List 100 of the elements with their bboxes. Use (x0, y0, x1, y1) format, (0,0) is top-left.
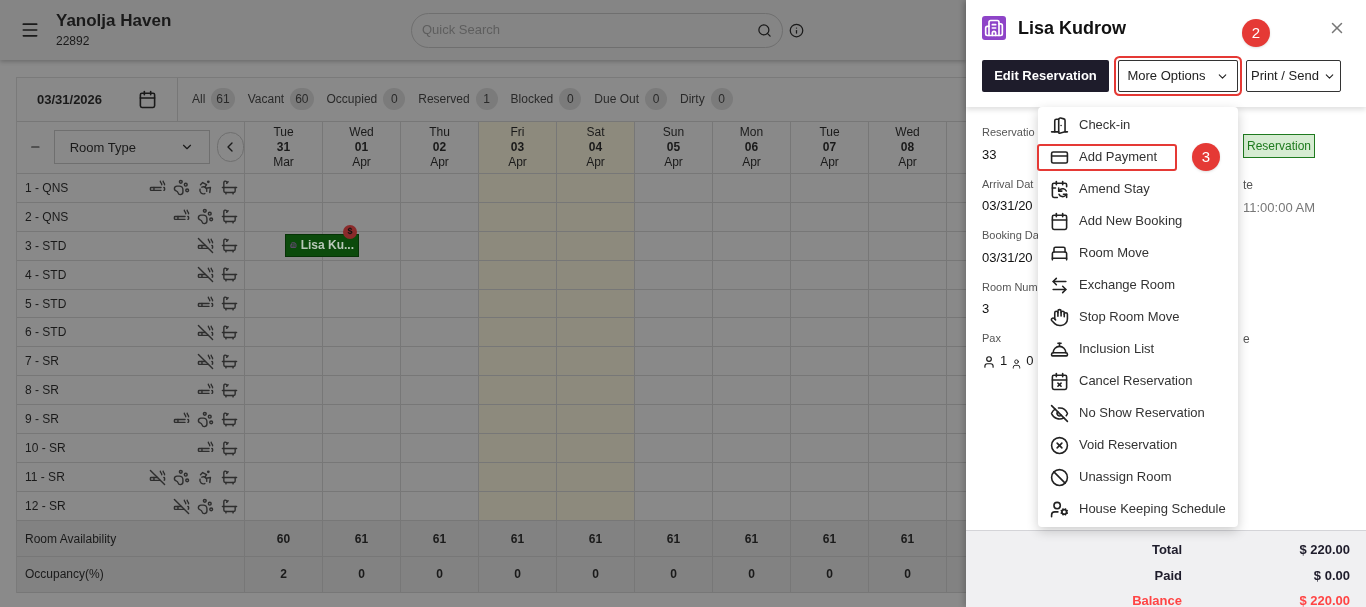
bell-icon (1050, 339, 1069, 359)
menu-item[interactable]: Inclusion List (1038, 333, 1238, 365)
summary-value: 61 (666, 530, 681, 548)
count-badge: 0 (710, 88, 733, 111)
summary-value: 0 (670, 566, 677, 584)
paw-icon (197, 410, 214, 428)
search-icon[interactable] (757, 22, 772, 38)
calendar-x-icon (1050, 371, 1069, 391)
field-label: Room Num (982, 279, 1038, 295)
menu-item-label: Add New Booking (1079, 212, 1183, 231)
menu-item[interactable]: Unassign Room (1038, 461, 1238, 493)
weekday: Mon (739, 124, 764, 140)
room-name: 7 - SR (25, 353, 60, 371)
bathtub-icon (221, 381, 238, 399)
edit-reservation-button[interactable]: Edit Reservation (982, 60, 1109, 92)
no-smoking-icon (197, 266, 214, 284)
summary-label: Room Availability (25, 530, 117, 548)
total-label: Balance (1132, 592, 1182, 607)
summary-value: 61 (588, 530, 603, 548)
bathtub-icon (221, 352, 238, 370)
day-number: 05 (666, 139, 681, 155)
month: Apr (352, 154, 371, 170)
room-name: 6 - STD (25, 324, 68, 342)
menu-item[interactable]: Room Move (1038, 237, 1238, 269)
summary-value: 0 (436, 566, 443, 584)
no-smoking-icon (197, 323, 214, 341)
summary-value: 0 (748, 566, 755, 584)
menu-item-label: Amend Stay (1079, 180, 1150, 199)
menu-item[interactable]: Stop Room Move (1038, 301, 1238, 333)
menu-icon[interactable] (20, 20, 40, 40)
weekday: Sun (662, 124, 685, 140)
bathtub-icon (221, 410, 238, 428)
booking-bar[interactable]: Lisa Ku... (285, 233, 359, 257)
summary-value: 61 (822, 530, 837, 548)
month: Apr (508, 154, 527, 170)
paw-icon (173, 468, 190, 486)
month: Apr (430, 154, 449, 170)
weekday: Sat (586, 124, 605, 140)
adult-count: 1 (1000, 351, 1008, 370)
guest-name: Lisa Ku... (300, 237, 354, 255)
room-name: 1 - QNS (25, 179, 70, 197)
hotel-name: Yanolja Haven (56, 10, 172, 32)
room-name: 5 - STD (25, 295, 68, 313)
room-name: 8 - SR (25, 382, 60, 400)
summary-value: 2 (280, 566, 287, 584)
menu-item-label: Stop Room Move (1079, 308, 1180, 327)
filter-chip[interactable]: Dirty 0 (680, 88, 733, 111)
total-value: $ 220.00 (1298, 541, 1351, 559)
bathtub-icon (221, 439, 238, 457)
weekday: Wed (895, 124, 920, 140)
weekday: Fri (510, 124, 525, 140)
day-number: 07 (822, 139, 837, 155)
filter-chip[interactable]: Due Out 0 (594, 88, 667, 111)
ban-icon (1050, 467, 1069, 487)
month: Apr (586, 154, 605, 170)
weekday: Thu (429, 124, 450, 140)
menu-item-label: Check-in (1079, 116, 1131, 135)
room-type-select[interactable]: Room Type (53, 130, 210, 165)
menu-item[interactable]: Add New Booking (1038, 205, 1238, 237)
menu-item[interactable]: House Keeping Schedule (1038, 493, 1238, 525)
summary-value: 61 (510, 530, 525, 548)
count-badge: 60 (290, 88, 314, 111)
summary-value: 61 (900, 530, 915, 548)
month: Apr (664, 154, 683, 170)
filter-chip[interactable]: Blocked 0 (510, 88, 582, 111)
summary-label: Occupancy(%) (25, 566, 104, 584)
menu-item[interactable]: Void Reservation (1038, 429, 1238, 461)
eye-off-icon (1050, 403, 1069, 423)
print-send-button[interactable]: Print / Send (1246, 60, 1341, 92)
room-name: 3 - STD (25, 237, 68, 255)
calendar-icon (1050, 179, 1069, 199)
total-value: $ 220.00 (1298, 592, 1351, 607)
calendar-icon[interactable] (138, 89, 157, 109)
menu-item[interactable]: Exchange Room (1038, 269, 1238, 301)
menu-item[interactable]: Cancel Reservation (1038, 365, 1238, 397)
field-value: 03/31/20 (982, 248, 1034, 267)
building-icon (982, 16, 1006, 40)
bathtub-icon (221, 208, 238, 226)
no-smoking-icon (149, 468, 166, 486)
circle-x-icon (1050, 435, 1069, 455)
menu-item[interactable]: Amend Stay (1038, 173, 1238, 205)
total-value: $ 0.00 (1312, 566, 1351, 585)
bathtub-icon (221, 323, 238, 341)
bathtub-icon (221, 497, 238, 515)
menu-item[interactable]: Add Payment 3 (1038, 141, 1238, 173)
filter-chip[interactable]: Occupied 0 (326, 88, 406, 111)
summary-value: 61 (354, 530, 369, 548)
filter-chip[interactable]: Reserved 1 (418, 88, 498, 111)
menu-item-label: Exchange Room (1079, 276, 1176, 295)
menu-item[interactable]: No Show Reservation (1038, 397, 1238, 429)
room-name: 12 - SR (25, 498, 67, 516)
no-smoking-icon (173, 497, 190, 515)
paw-icon (173, 179, 190, 197)
month: Apr (820, 154, 839, 170)
info-icon[interactable] (789, 22, 804, 38)
no-smoking-icon (197, 237, 214, 255)
filter-chip[interactable]: Vacant 60 (247, 88, 314, 111)
filter-chip[interactable]: All 61 (192, 88, 235, 111)
no-smoking-icon (197, 352, 214, 370)
menu-item[interactable]: Check-in (1038, 109, 1238, 141)
